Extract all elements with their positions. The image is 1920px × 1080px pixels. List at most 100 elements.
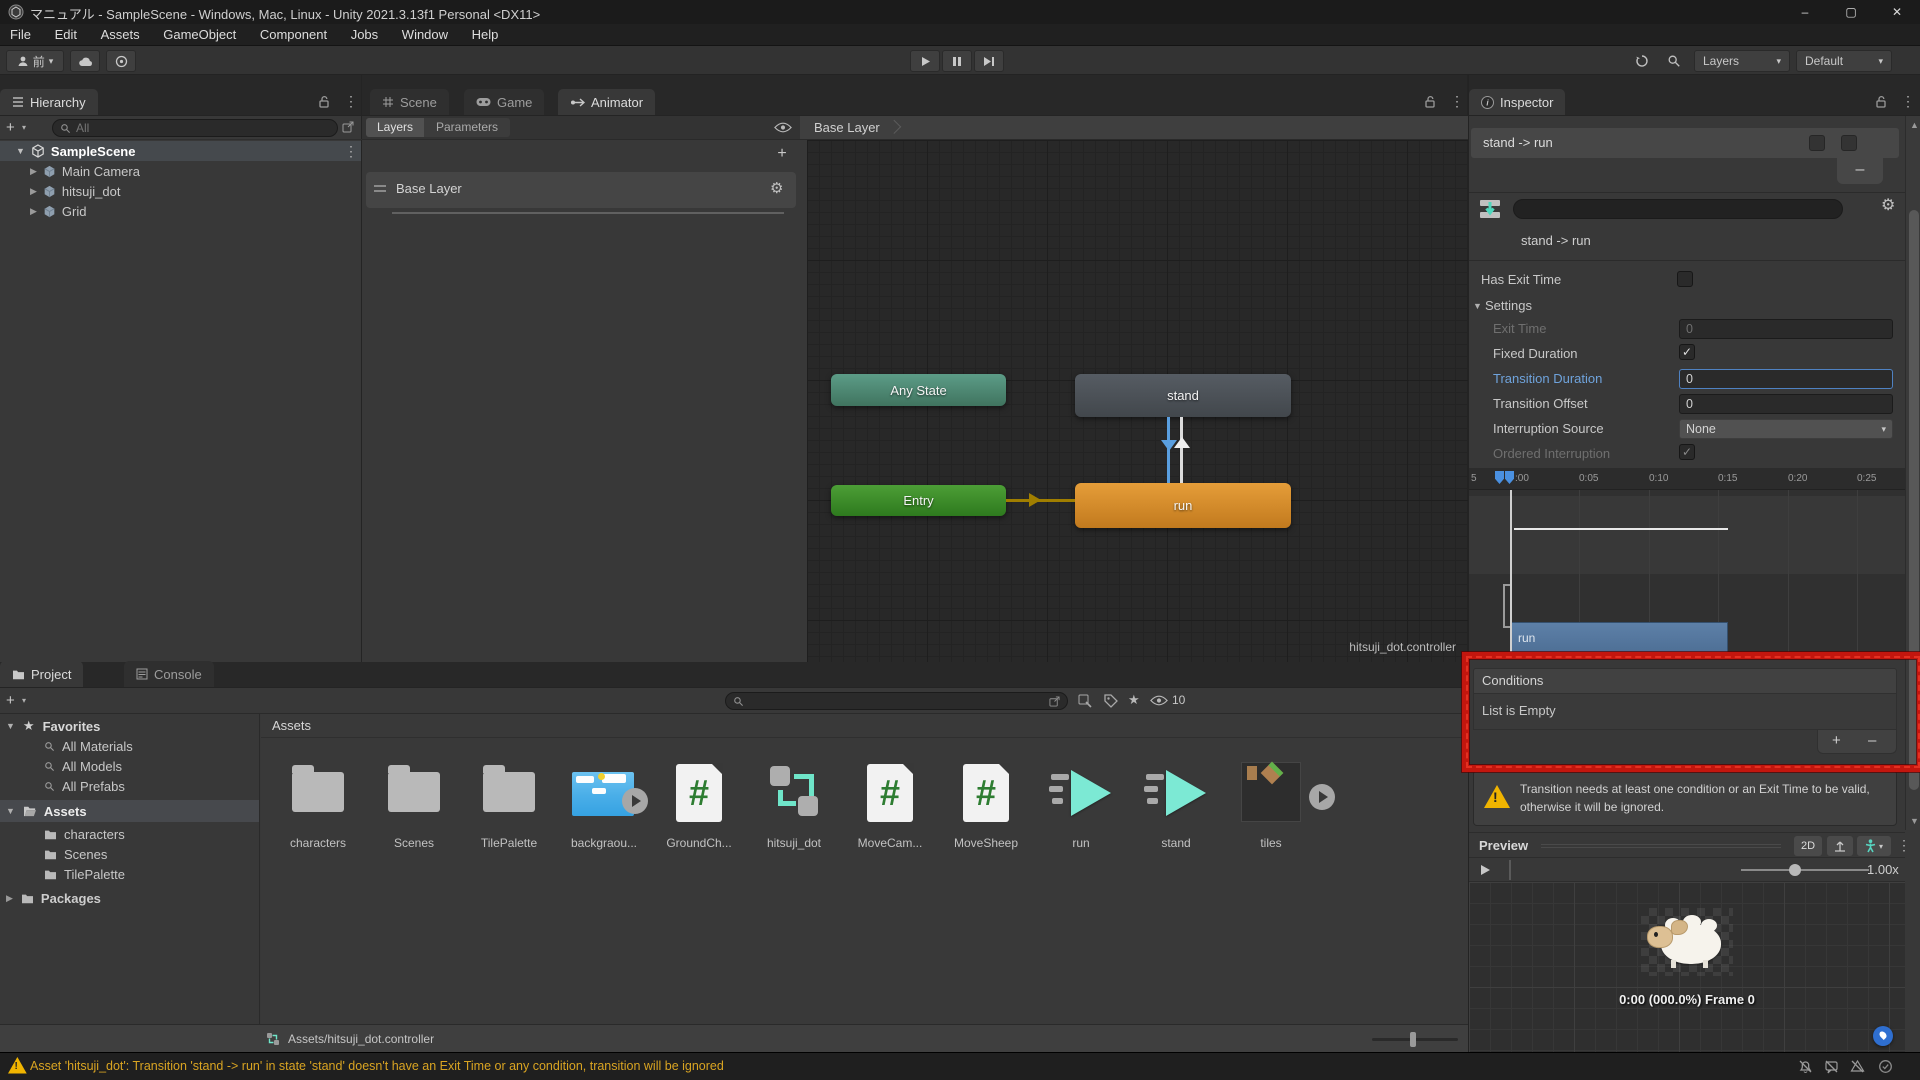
tree-row-assets[interactable]: ▼ Assets <box>0 800 259 822</box>
play-button[interactable] <box>910 50 940 72</box>
undo-history-button[interactable] <box>1628 50 1656 72</box>
search-by-type-icon[interactable] <box>1078 694 1092 708</box>
menu-component[interactable]: Component <box>250 24 337 46</box>
project-search-input[interactable] <box>749 694 1044 708</box>
gear-icon[interactable]: ⚙ <box>1881 195 1895 215</box>
tree-row-characters[interactable]: characters <box>0 824 259 844</box>
gear-icon[interactable]: ⚙ <box>770 179 783 197</box>
chevron-down-icon[interactable]: ▾ <box>22 123 26 132</box>
layer-item-base-layer[interactable]: Base Layer ⚙ <box>366 172 796 214</box>
foldout-arrow-icon[interactable]: ▼ <box>6 721 15 731</box>
transition-duration-field[interactable]: 0 <box>1679 369 1893 389</box>
hierarchy-search[interactable] <box>52 119 338 137</box>
foldout-arrow-icon[interactable]: ▶ <box>30 186 37 197</box>
cloud-button[interactable] <box>70 50 100 72</box>
header-toggle-a-icon[interactable] <box>1809 135 1825 151</box>
preview-avatar-button[interactable]: ▾ <box>1857 836 1891 856</box>
close-button[interactable]: ✕ <box>1874 0 1920 24</box>
foldout-arrow-icon[interactable]: ▶ <box>30 166 37 177</box>
tree-row-all-models[interactable]: All Models <box>0 756 259 776</box>
preview-speed-slider[interactable] <box>1741 864 1869 876</box>
tab-scene[interactable]: Scene <box>370 89 449 115</box>
remove-transition-button[interactable]: – <box>1837 158 1883 184</box>
preview-menu-icon[interactable]: ⋮ <box>1897 837 1911 854</box>
add-condition-button[interactable]: + <box>1832 732 1841 749</box>
add-layer-button[interactable]: + <box>772 145 792 165</box>
scrollbar-thumb[interactable] <box>1909 210 1919 790</box>
project-search[interactable] <box>725 692 1068 710</box>
foldout-arrow-icon[interactable]: ▶ <box>30 206 37 217</box>
tab-game[interactable]: Game <box>464 89 545 115</box>
header-toggle-b-icon[interactable] <box>1841 135 1857 151</box>
preview-viewport[interactable]: 0:00 (000.0%) Frame 0 <box>1469 882 1905 1052</box>
tree-row-packages[interactable]: ▶ Packages <box>0 888 259 908</box>
scene-menu-icon[interactable]: ⋮ <box>344 143 358 160</box>
step-button[interactable] <box>974 50 1004 72</box>
drag-handle-icon[interactable] <box>374 185 386 187</box>
foldout-arrow-icon[interactable]: ▼ <box>16 146 25 156</box>
tab-hierarchy[interactable]: Hierarchy <box>0 89 98 115</box>
hierarchy-row-main-camera[interactable]: ▶ Main Camera <box>0 161 361 181</box>
transition-name-field[interactable] <box>1513 199 1843 219</box>
settings-label[interactable]: Settings <box>1485 298 1532 313</box>
state-node-entry[interactable]: Entry <box>831 485 1006 516</box>
background-tasks-icon[interactable] <box>1878 1059 1893 1074</box>
slider-handle[interactable] <box>1410 1032 1416 1047</box>
exit-time-field[interactable]: 0 <box>1679 319 1893 339</box>
hidden-count-eye-icon[interactable] <box>1150 695 1168 706</box>
tree-row-all-prefabs[interactable]: All Prefabs <box>0 776 259 796</box>
hierarchy-row-scene[interactable]: ▼ SampleScene ⋮ <box>0 141 361 161</box>
transition-duration-marker[interactable] <box>1514 528 1728 530</box>
maximize-button[interactable]: ▢ <box>1828 0 1874 24</box>
status-message[interactable]: Asset 'hitsuji_dot': Transition 'stand -… <box>30 1059 724 1073</box>
tab-animator[interactable]: Animator <box>558 89 656 115</box>
search-button[interactable] <box>1660 50 1688 72</box>
settings-foldout-icon[interactable]: ▼ <box>1473 301 1482 311</box>
menu-assets[interactable]: Assets <box>91 24 150 46</box>
layout-dropdown[interactable]: Default ▾ <box>1796 50 1892 72</box>
preview-play-icon[interactable] <box>1479 864 1491 876</box>
menu-window[interactable]: Window <box>392 24 458 46</box>
fixed-duration-checkbox[interactable]: ✓ <box>1679 344 1695 360</box>
pin-window-icon[interactable] <box>1049 695 1060 707</box>
favorites-star-icon[interactable]: ★ <box>1128 692 1140 708</box>
label-tag-icon[interactable] <box>1104 694 1118 708</box>
panel-menu-icon[interactable]: ⋮ <box>1901 93 1915 110</box>
state-node-stand[interactable]: stand <box>1075 374 1291 417</box>
preview-drag-handle[interactable] <box>1541 844 1781 845</box>
slider-handle[interactable] <box>1789 864 1801 876</box>
tab-project[interactable]: Project <box>0 661 84 687</box>
playhead-line[interactable] <box>1510 490 1512 656</box>
messages-muted-icon[interactable] <box>1824 1059 1839 1074</box>
tab-console[interactable]: Console <box>124 661 214 687</box>
tree-row-all-materials[interactable]: All Materials <box>0 736 259 756</box>
has-exit-time-checkbox[interactable] <box>1677 271 1693 287</box>
lock-icon[interactable] <box>1875 95 1887 108</box>
eye-icon[interactable] <box>774 122 792 133</box>
lock-icon[interactable] <box>318 95 330 108</box>
tree-row-favorites[interactable]: ▼ ★ Favorites <box>0 716 259 736</box>
inspector-scrollbar[interactable]: ▲ ▼ <box>1905 116 1920 830</box>
transition-offset-field[interactable]: 0 <box>1679 394 1893 414</box>
menu-file[interactable]: File <box>0 24 41 46</box>
menu-gameobject[interactable]: GameObject <box>153 24 246 46</box>
state-node-any-state[interactable]: Any State <box>831 374 1006 406</box>
create-asset-button[interactable]: + <box>6 692 15 709</box>
panel-menu-icon[interactable]: ⋮ <box>1450 93 1464 110</box>
notifications-muted-icon[interactable] <box>1798 1059 1813 1074</box>
menu-help[interactable]: Help <box>462 24 509 46</box>
lock-icon[interactable] <box>1424 95 1436 108</box>
alerts-muted-icon[interactable] <box>1850 1059 1865 1074</box>
ordered-interruption-checkbox[interactable]: ✓ <box>1679 444 1695 460</box>
pause-button[interactable] <box>942 50 972 72</box>
menu-jobs[interactable]: Jobs <box>341 24 388 46</box>
timeline-ruler[interactable]: 5 :00 0:05 0:10 0:15 0:20 0:25 <box>1469 468 1905 490</box>
layers-dropdown[interactable]: Layers ▾ <box>1694 50 1790 72</box>
tree-row-tilepalette[interactable]: TilePalette <box>0 864 259 884</box>
layer-weight-slider[interactable] <box>392 212 784 214</box>
thumbnail-size-slider[interactable] <box>1372 1032 1458 1047</box>
hierarchy-menu-icon[interactable]: ⋮ <box>344 93 358 110</box>
playhead-flag-icon[interactable] <box>1495 471 1504 484</box>
timeline-clip-run[interactable]: run <box>1510 622 1728 656</box>
notification-badge-icon[interactable] <box>1873 1026 1893 1046</box>
